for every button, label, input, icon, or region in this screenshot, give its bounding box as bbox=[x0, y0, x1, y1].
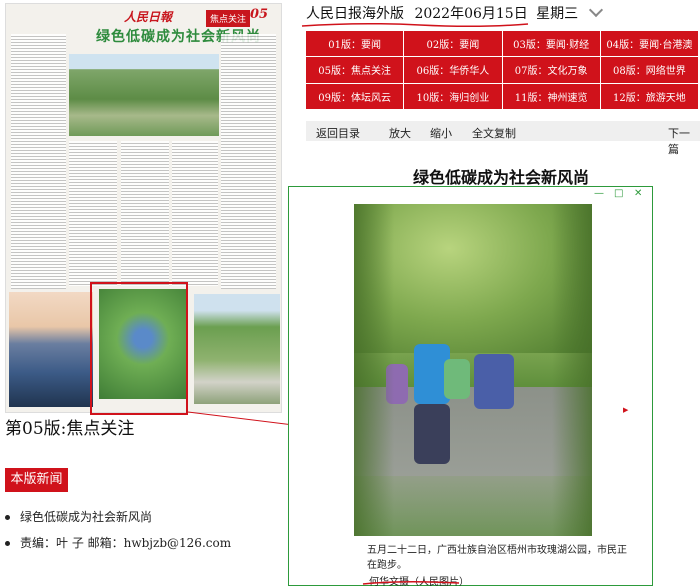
text-column[interactable] bbox=[121, 141, 169, 286]
solar-lake-photo[interactable] bbox=[9, 292, 93, 407]
editor-contact: 责编：叶 子 邮箱：hwbjzb@126.com bbox=[5, 534, 231, 551]
runners-photo bbox=[354, 204, 592, 536]
edition-link[interactable]: 02版：要闻 bbox=[404, 31, 502, 57]
runner-navy bbox=[474, 354, 514, 409]
edition-link[interactable]: 04版：要闻·台港澳 bbox=[600, 31, 698, 57]
zoom-in-button[interactable]: 放大 bbox=[389, 125, 411, 141]
bullet-icon bbox=[5, 515, 10, 520]
village-photo[interactable] bbox=[194, 294, 280, 404]
next-article-button[interactable]: 下一篇 bbox=[668, 125, 700, 157]
text-column[interactable] bbox=[221, 34, 276, 289]
text-column[interactable] bbox=[172, 141, 218, 286]
red-marker-icon: ▶ bbox=[623, 406, 629, 414]
runner-green bbox=[444, 359, 470, 399]
header-underline bbox=[301, 22, 529, 28]
selected-article-highlight bbox=[90, 282, 188, 415]
edition-grid: 01版：要闻 02版：要闻 03版：要闻·财经 04版：要闻·台港澳 05版：焦… bbox=[306, 31, 698, 109]
runner-legs bbox=[414, 404, 450, 464]
section-badge: 焦点关注 bbox=[206, 10, 251, 27]
maximize-button[interactable]: □ bbox=[614, 188, 623, 199]
edition-link[interactable]: 11版：神州速览 bbox=[502, 83, 600, 109]
image-viewer-popup[interactable]: — □ ✕ ▶ 五月二十二日，广西壮族自治区梧州市玫瑰湖公园，市民正在跑步。 何… bbox=[288, 186, 653, 588]
popup-titlebar[interactable]: — □ ✕ bbox=[289, 187, 652, 201]
text-column[interactable] bbox=[11, 34, 66, 289]
article-title: 绿色低碳成为社会新风尚 bbox=[413, 168, 590, 187]
chevron-down-icon[interactable] bbox=[588, 2, 603, 18]
photo-caption: 五月二十二日，广西壮族自治区梧州市玫瑰湖公园，市民正在跑步。 bbox=[367, 545, 627, 571]
text-column[interactable] bbox=[69, 141, 117, 286]
news-list-item[interactable]: 绿色低碳成为社会新风尚 bbox=[5, 508, 152, 525]
page-number: 05 bbox=[250, 7, 269, 22]
edition-link[interactable]: 08版：网络世界 bbox=[600, 57, 698, 83]
edition-link[interactable]: 12版：旅游天地 bbox=[600, 83, 698, 109]
issue-weekday: 星期三 bbox=[536, 6, 579, 22]
edition-link[interactable]: 10版：海归创业 bbox=[404, 83, 502, 109]
copy-all-button[interactable]: 全文复制 bbox=[472, 125, 516, 141]
minimize-button[interactable]: — bbox=[594, 188, 604, 199]
bullet-icon bbox=[5, 541, 10, 546]
article-toolbar: 返回目录 放大 缩小 全文复制 下一篇 bbox=[306, 121, 700, 156]
page-title: 第05版:焦点关注 bbox=[5, 419, 135, 439]
close-button[interactable]: ✕ bbox=[634, 188, 642, 199]
edition-link[interactable]: 07版：文化万象 bbox=[502, 57, 600, 83]
edition-link[interactable]: 03版：要闻·财经 bbox=[502, 31, 600, 57]
page-news-button[interactable]: 本版新闻 bbox=[5, 468, 68, 492]
back-to-index-button[interactable]: 返回目录 bbox=[316, 125, 360, 141]
edition-link[interactable]: 06版：华侨华人 bbox=[404, 57, 502, 83]
terrace-photo[interactable] bbox=[69, 54, 219, 136]
edition-link[interactable]: 09版：体坛风云 bbox=[306, 83, 404, 109]
zoom-out-button[interactable]: 缩小 bbox=[430, 125, 452, 141]
edition-link[interactable]: 01版：要闻 bbox=[306, 31, 404, 57]
newspaper-logo: 人民日報 bbox=[124, 10, 173, 24]
edition-link[interactable]: 05版：焦点关注 bbox=[306, 57, 404, 83]
